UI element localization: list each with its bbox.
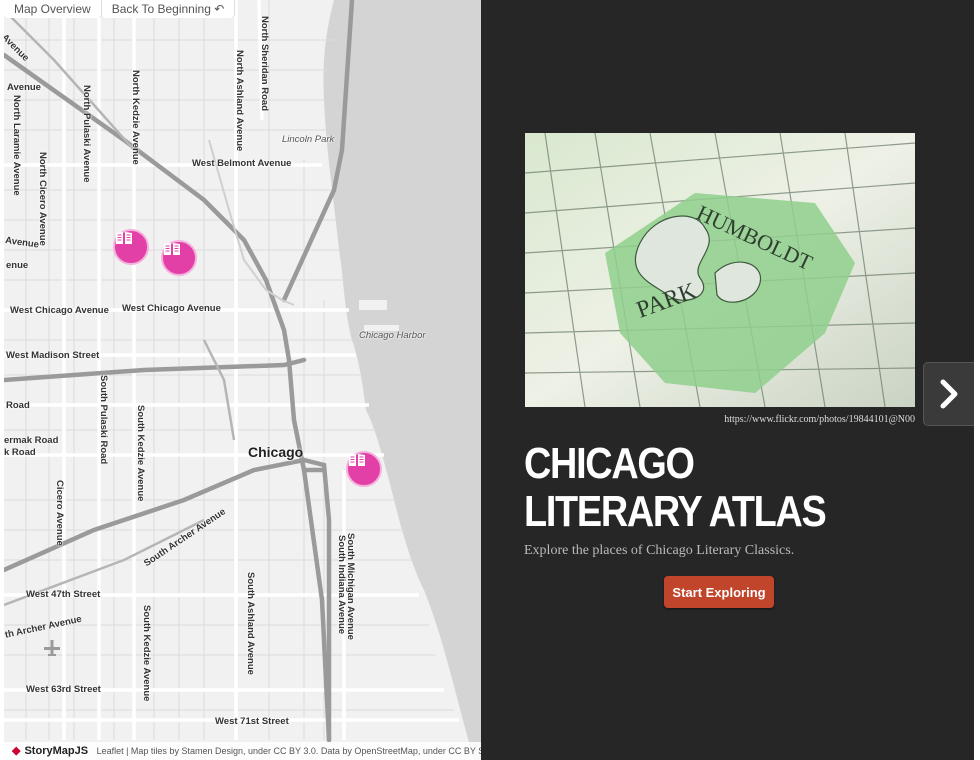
back-to-beginning-button[interactable]: Back To Beginning ↶ xyxy=(101,0,236,18)
street-label: k Road xyxy=(4,447,36,458)
story-marker[interactable] xyxy=(113,229,149,265)
next-slide-button[interactable] xyxy=(923,362,974,426)
street-label: West 71st Street xyxy=(215,716,289,727)
street-label: enue xyxy=(6,260,29,271)
storymap-brand[interactable]: ◆ StoryMapJS xyxy=(12,745,88,757)
street-label: West Belmont Avenue xyxy=(192,158,292,169)
street-label: South Pulaski Road xyxy=(98,375,109,465)
street-label: South Kedzie Avenue xyxy=(135,405,146,502)
brand-diamond-icon: ◆ xyxy=(12,745,21,757)
street-label: West Madison Street xyxy=(6,350,100,361)
book-icon xyxy=(349,454,365,466)
brand-label: StoryMapJS xyxy=(24,745,89,757)
street-label: Road xyxy=(6,400,30,411)
place-label-lincoln-park: Lincoln Park xyxy=(282,134,335,145)
start-exploring-button[interactable]: Start Exploring xyxy=(664,576,774,608)
street-label: West Chicago Avenue xyxy=(122,303,221,314)
slide-subtitle: Explore the places of Chicago Literary C… xyxy=(524,543,795,558)
street-label: ermak Road xyxy=(4,435,59,446)
street-label: North Cicero Avenue xyxy=(37,152,48,246)
street-label: South Kedzie Avenue xyxy=(141,605,152,702)
story-nav: Map Overview Back To Beginning ↶ xyxy=(4,0,236,18)
story-marker[interactable] xyxy=(161,240,197,276)
page-edge xyxy=(974,0,980,760)
return-arrow-icon: ↶ xyxy=(214,2,225,16)
place-label-city: Chicago xyxy=(248,444,304,460)
map-view[interactable]: Map Overview Back To Beginning ↶ Avenue … xyxy=(4,0,481,760)
street-label: West 47th Street xyxy=(26,589,101,600)
street-label: North Ashland Avenue xyxy=(234,50,245,152)
street-label: North Kedzie Avenue xyxy=(130,70,141,165)
chevron-right-icon xyxy=(940,379,958,409)
map-overview-button[interactable]: Map Overview xyxy=(4,0,102,18)
attribution-text: Leaflet | Map tiles by Stamen Design, un… xyxy=(96,746,481,756)
street-label: West Chicago Avenue xyxy=(10,305,109,316)
back-to-beginning-label: Back To Beginning xyxy=(111,2,211,16)
slide-image: HUMBOLDT PARK xyxy=(525,133,915,407)
book-icon xyxy=(116,232,132,244)
book-icon xyxy=(164,243,180,255)
street-label: South Indiana Avenue xyxy=(336,535,347,635)
street-label: North Sheridan Road xyxy=(259,16,270,112)
street-label: North Pulaski Avenue xyxy=(81,85,92,183)
place-label-harbor: Chicago Harbor xyxy=(359,330,426,341)
street-label: West 63rd Street xyxy=(26,684,101,695)
street-label: Avenue xyxy=(7,82,41,93)
slide-title: CHICAGO LITERARY ATLAS xyxy=(524,439,827,536)
slide-panel: HUMBOLDT PARK https://www.flickr.com/pho… xyxy=(481,0,980,760)
street-label: North Laramie Avenue xyxy=(11,95,22,196)
street-label: Cicero Avenue xyxy=(54,480,65,546)
story-marker[interactable] xyxy=(346,451,382,487)
street-label: South Ashland Avenue xyxy=(245,572,256,675)
image-credit[interactable]: https://www.flickr.com/photos/19844101@N… xyxy=(525,414,915,425)
map-attribution: ◆ StoryMapJS Leaflet | Map tiles by Stame… xyxy=(4,742,481,760)
